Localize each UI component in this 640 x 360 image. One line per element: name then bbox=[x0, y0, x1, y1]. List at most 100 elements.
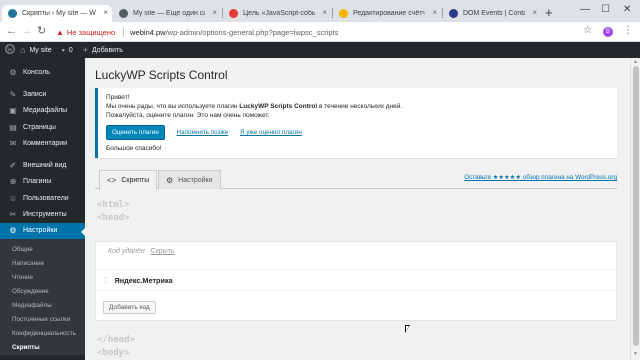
pages-icon: ▤ bbox=[9, 122, 17, 132]
submenu-item-general[interactable]: Общие bbox=[0, 243, 85, 257]
browser-tab-scripts[interactable]: Скрипты ‹ My site — WordPr × bbox=[2, 5, 112, 22]
tab-settings[interactable]: ⚙ Настройки bbox=[158, 170, 221, 189]
scroll-down-icon[interactable]: ▼ bbox=[633, 351, 638, 357]
plugin-tabs: <> Скрипты ⚙ Настройки Оставьте ★★★★★ об… bbox=[95, 170, 617, 190]
submenu-item-media[interactable]: Медиафайлы bbox=[0, 299, 85, 313]
sidebar-item-label: Инструменты bbox=[23, 211, 67, 219]
sidebar-item-comments[interactable]: ✉ Комментарии bbox=[0, 135, 85, 151]
sidebar-item-tools[interactable]: ✂ Инструменты bbox=[0, 206, 85, 222]
head-close-tag: </head> bbox=[97, 335, 135, 345]
admin-bar-site[interactable]: ⌂ My site bbox=[20, 45, 52, 55]
hide-link[interactable]: Скрыть bbox=[151, 248, 175, 255]
wp-admin-sidebar: ⚙ Консоль ✎ Записи ▣ Медиафайлы ▤ Страни… bbox=[0, 58, 85, 360]
notice-actions: Оценить плагин Напомнить позже Я уже оце… bbox=[106, 120, 609, 140]
tab-scripts[interactable]: <> Скрипты bbox=[99, 170, 158, 190]
sidebar-item-plugins[interactable]: ⊕ Плагины bbox=[0, 174, 85, 190]
wordpress-logo-icon[interactable]: W bbox=[0, 43, 20, 57]
settings-submenu: Общие Написание Чтение Обсуждение Медиаф… bbox=[0, 238, 85, 355]
sidebar-item-label: Консоль bbox=[23, 68, 50, 76]
close-window-icon[interactable]: ✕ bbox=[623, 4, 631, 15]
maximize-window-icon[interactable]: ☐ bbox=[601, 4, 610, 15]
sidebar-item-pages[interactable]: ▤ Страницы bbox=[0, 119, 85, 135]
deleted-text: Код удалён bbox=[108, 248, 145, 255]
page-title: LuckyWP Scripts Control bbox=[95, 68, 228, 82]
sidebar-item-label: Плагины bbox=[23, 178, 52, 186]
bookmark-star-icon[interactable]: ☆ bbox=[583, 25, 592, 36]
close-tab-icon[interactable]: × bbox=[212, 8, 217, 17]
back-icon[interactable]: ← bbox=[6, 25, 17, 38]
comment-icon: ▪ bbox=[61, 45, 65, 55]
sidebar-item-label: Настройки bbox=[23, 227, 58, 235]
sidebar-item-media[interactable]: ▣ Медиафайлы bbox=[0, 103, 85, 119]
review-link[interactable]: Оставьте ★★★★★ обзор плагина на WordPres… bbox=[464, 174, 617, 181]
sidebar-item-appearance[interactable]: ✐ Внешний вид bbox=[0, 157, 85, 173]
add-new-label: Добавить bbox=[91, 46, 123, 54]
insecure-label[interactable]: Не защищено bbox=[67, 28, 115, 37]
browser-tab-counter-edit[interactable]: Редактирование счётчика × bbox=[333, 5, 441, 22]
drag-handle-icon[interactable]: ⁞⁞ bbox=[103, 276, 107, 285]
contact-form-favicon-icon bbox=[449, 9, 458, 18]
svg-text:W: W bbox=[7, 47, 13, 53]
script-item-name[interactable]: Яндекс.Метрика bbox=[114, 276, 172, 285]
browser-tab-mysite[interactable]: My site — Еще один сайт н × bbox=[113, 5, 221, 22]
tab-label: Скрипты bbox=[121, 177, 150, 184]
minimize-window-icon[interactable]: — bbox=[580, 4, 590, 15]
close-tab-icon[interactable]: × bbox=[103, 8, 108, 17]
notice-plugin-name: LuckyWP Scripts Control bbox=[239, 103, 318, 110]
main-content: LuckyWP Scripts Control Привет! Мы очень… bbox=[85, 58, 630, 360]
media-icon: ▣ bbox=[9, 106, 17, 116]
browser-tab-metrika-goal[interactable]: Цель «JavaScript-событие» × bbox=[223, 5, 331, 22]
sidebar-item-settings[interactable]: ⚙ Настройки bbox=[0, 222, 85, 239]
sidebar-item-dashboard[interactable]: ⚙ Консоль bbox=[0, 64, 85, 80]
url-field[interactable]: ▲ Не защищено webin4.pw /wp-admin/option… bbox=[56, 24, 570, 40]
close-tab-icon[interactable]: × bbox=[532, 8, 537, 17]
admin-bar-comments[interactable]: ▪ 0 bbox=[62, 45, 73, 55]
address-bar: ← → ↻ ▲ Не защищено webin4.pw /wp-admin/… bbox=[0, 22, 640, 42]
forward-icon[interactable]: → bbox=[21, 25, 32, 38]
sidebar-item-label: Пользователи bbox=[23, 194, 69, 202]
site-name: My site bbox=[29, 46, 52, 54]
omnibox-separator bbox=[123, 27, 125, 37]
sidebar-item-label: Страницы bbox=[23, 123, 56, 131]
dashboard-icon: ⚙ bbox=[9, 67, 17, 77]
submenu-item-discussion[interactable]: Обсуждение bbox=[0, 285, 85, 299]
plus-icon: + bbox=[82, 45, 88, 55]
wordpress-favicon-icon bbox=[119, 9, 128, 18]
submenu-item-writing[interactable]: Написание bbox=[0, 257, 85, 271]
page-scrollbar[interactable]: ▲ ▼ bbox=[630, 58, 640, 360]
browser-tab-dom-events[interactable]: DOM Events | Contact Form × bbox=[443, 5, 541, 22]
profile-avatar[interactable]: B bbox=[603, 27, 613, 37]
script-item-row[interactable]: ⁞⁞ Яндекс.Метрика bbox=[96, 269, 616, 291]
submenu-item-scripts[interactable]: Скрипты bbox=[0, 341, 85, 355]
submenu-item-reading[interactable]: Чтение bbox=[0, 271, 85, 285]
close-tab-icon[interactable]: × bbox=[432, 8, 437, 17]
url-path: /wp-admin/options-general.php?page=lwpsc… bbox=[165, 27, 339, 37]
admin-bar-new[interactable]: + Добавить bbox=[83, 45, 123, 55]
tab-label: Редактирование счётчика bbox=[353, 10, 425, 17]
reload-icon[interactable]: ↻ bbox=[37, 25, 46, 38]
sidebar-item-label: Комментарии bbox=[23, 139, 68, 147]
sidebar-item-label: Медиафайлы bbox=[23, 107, 68, 115]
close-tab-icon[interactable]: × bbox=[322, 8, 327, 17]
sidebar-item-users[interactable]: ☺ Пользователи bbox=[0, 190, 85, 206]
scroll-up-icon[interactable]: ▲ bbox=[633, 59, 638, 65]
submenu-item-permalinks[interactable]: Постоянные ссылки bbox=[0, 313, 85, 327]
comments-icon: ✉ bbox=[9, 138, 17, 148]
metrika-favicon-icon bbox=[229, 9, 238, 18]
head-scripts-panel: Код удалён Скрыть ⁞⁞ Яндекс.Метрика Доба… bbox=[95, 241, 617, 321]
sidebar-item-posts[interactable]: ✎ Записи bbox=[0, 86, 85, 102]
rate-plugin-button[interactable]: Оценить плагин bbox=[106, 125, 165, 140]
plugins-icon: ⊕ bbox=[9, 177, 17, 187]
scroll-thumb[interactable] bbox=[633, 66, 639, 346]
add-code-button[interactable]: Добавить код bbox=[103, 301, 156, 314]
code-deleted-notice: Код удалён Скрыть bbox=[108, 248, 175, 255]
tab-label: DOM Events | Contact Form bbox=[463, 10, 525, 17]
warning-icon[interactable]: ▲ bbox=[56, 28, 64, 37]
remind-later-link[interactable]: Напомнить позже bbox=[177, 129, 229, 136]
browser-menu-icon[interactable]: ⋮ bbox=[623, 25, 633, 36]
already-rated-link[interactable]: Я уже оценил плагин bbox=[240, 129, 302, 136]
new-tab-button[interactable]: + bbox=[545, 6, 553, 19]
head-open-tag: <head> bbox=[97, 213, 130, 223]
sidebar-item-label: Записи bbox=[23, 90, 47, 98]
submenu-item-privacy[interactable]: Конфиденциальность bbox=[0, 327, 85, 341]
